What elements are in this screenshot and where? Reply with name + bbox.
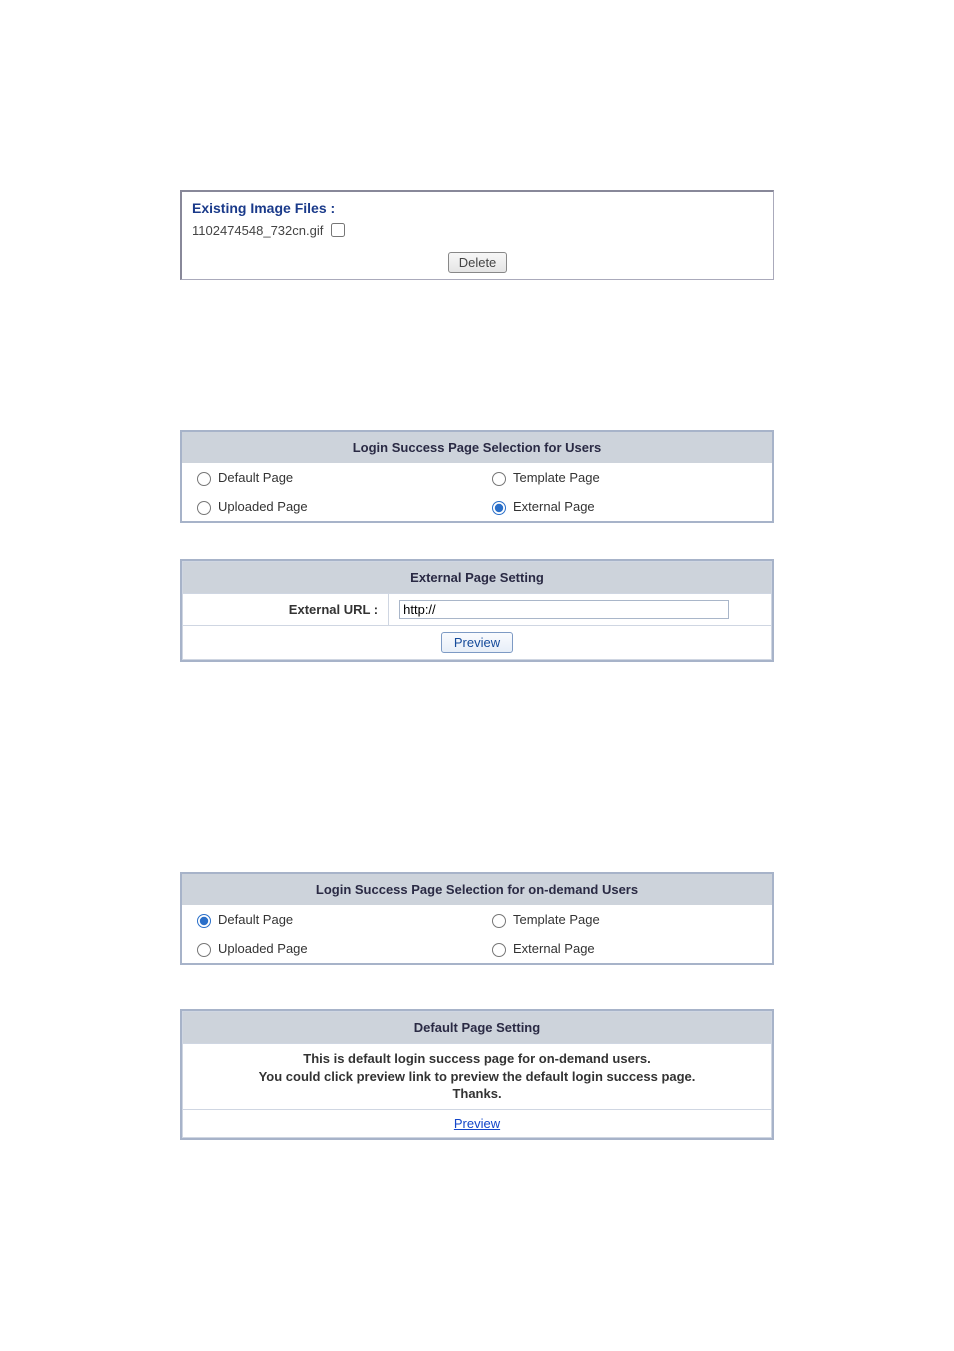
external-url-input[interactable]	[399, 600, 729, 619]
default-page-setting-panel: Default Page Setting This is default log…	[180, 1009, 774, 1140]
users-option-uploaded-label: Uploaded Page	[218, 499, 308, 514]
existing-image-files-title: Existing Image Files :	[190, 198, 765, 220]
ondemand-option-default-label: Default Page	[218, 912, 293, 927]
ondemand-option-uploaded-label: Uploaded Page	[218, 941, 308, 956]
delete-button[interactable]: Delete	[448, 252, 508, 273]
default-page-msg-line2: You could click preview link to preview …	[193, 1068, 761, 1086]
users-selection-header: Login Success Page Selection for Users	[182, 432, 772, 463]
default-page-message: This is default login success page for o…	[183, 1044, 772, 1110]
users-radio-uploaded[interactable]	[197, 501, 211, 515]
external-page-header: External Page Setting	[183, 562, 772, 594]
external-page-setting-panel: External Page Setting External URL : Pre…	[180, 559, 774, 662]
image-file-name: 1102474548_732cn.gif	[192, 223, 323, 238]
ondemand-option-default[interactable]: Default Page	[192, 911, 467, 928]
ondemand-radio-template[interactable]	[492, 914, 506, 928]
ondemand-option-template[interactable]: Template Page	[487, 911, 762, 928]
existing-image-files-panel: Existing Image Files : 1102474548_732cn.…	[180, 190, 774, 280]
users-radio-default[interactable]	[197, 472, 211, 486]
ondemand-radio-external[interactable]	[492, 943, 506, 957]
users-option-template-label: Template Page	[513, 470, 600, 485]
default-page-header: Default Page Setting	[183, 1012, 772, 1044]
ondemand-selection-header: Login Success Page Selection for on-dema…	[182, 874, 772, 905]
image-file-checkbox[interactable]	[331, 223, 345, 237]
users-option-default[interactable]: Default Page	[192, 469, 467, 486]
users-option-template[interactable]: Template Page	[487, 469, 762, 486]
ondemand-option-external[interactable]: External Page	[487, 940, 762, 957]
users-option-external[interactable]: External Page	[487, 498, 762, 515]
external-preview-button[interactable]: Preview	[441, 632, 513, 653]
default-preview-link[interactable]: Preview	[454, 1116, 500, 1131]
default-page-msg-line1: This is default login success page for o…	[193, 1050, 761, 1068]
ondemand-radio-default[interactable]	[197, 914, 211, 928]
image-file-row: 1102474548_732cn.gif	[190, 220, 765, 240]
ondemand-radio-uploaded[interactable]	[197, 943, 211, 957]
ondemand-page-selection-panel: Login Success Page Selection for on-dema…	[180, 872, 774, 965]
ondemand-option-template-label: Template Page	[513, 912, 600, 927]
users-radio-external[interactable]	[492, 501, 506, 515]
external-url-label: External URL :	[183, 594, 389, 626]
ondemand-option-external-label: External Page	[513, 941, 595, 956]
default-page-msg-line3: Thanks.	[193, 1085, 761, 1103]
users-option-default-label: Default Page	[218, 470, 293, 485]
users-radio-template[interactable]	[492, 472, 506, 486]
users-option-external-label: External Page	[513, 499, 595, 514]
ondemand-option-uploaded[interactable]: Uploaded Page	[192, 940, 467, 957]
users-option-uploaded[interactable]: Uploaded Page	[192, 498, 467, 515]
users-page-selection-panel: Login Success Page Selection for Users D…	[180, 430, 774, 523]
